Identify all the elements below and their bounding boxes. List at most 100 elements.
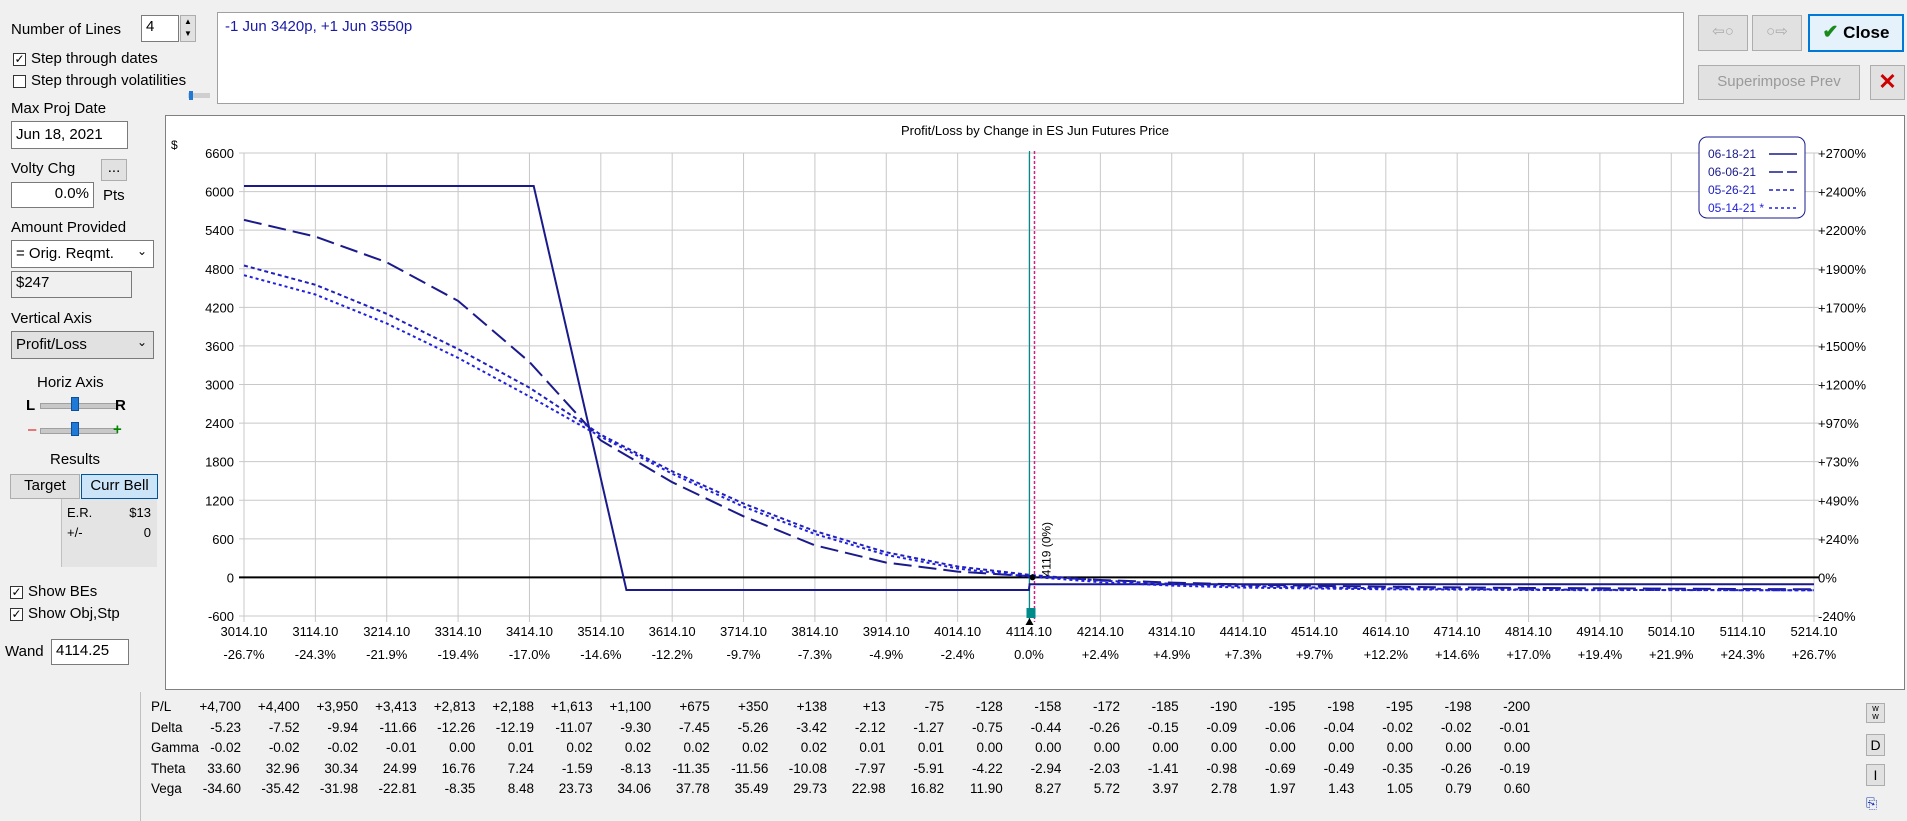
table-cell: +3,413 (375, 699, 417, 714)
table-d-button[interactable]: D (1866, 734, 1885, 756)
x-pct-label: +9.7% (1296, 647, 1334, 662)
num-lines-spinner[interactable]: ▲ ▼ (180, 15, 196, 42)
table-cell: 0.60 (1503, 781, 1531, 796)
er-value: $13 (129, 505, 151, 520)
table-cell: -12.26 (437, 719, 476, 735)
wand-input[interactable]: 4114.25 (51, 639, 129, 665)
target-button[interactable]: Target (10, 474, 80, 499)
close-button[interactable]: ✔ Close (1808, 14, 1904, 52)
profit-loss-chart: Profit/Loss by Change in ES Jun Futures … (171, 123, 1867, 662)
horiz-axis-zoom-thumb[interactable] (71, 422, 79, 436)
table-cell: 0.00 (1152, 740, 1179, 755)
show-bes-checkbox[interactable]: ✓ (10, 586, 23, 599)
x-tick-label: 4314.10 (1148, 624, 1195, 639)
forward-button[interactable]: ○⇨ (1752, 15, 1802, 51)
table-cell: +138 (796, 699, 827, 714)
table-cell: -12.19 (495, 719, 534, 735)
position-text-box[interactable]: -1 Jun 3420p, +1 Jun 3550p (217, 12, 1684, 104)
table-cell: 37.78 (676, 781, 710, 796)
horiz-axis-lr-slider[interactable] (40, 403, 118, 409)
swap-icon[interactable]: ww (1866, 703, 1885, 723)
volty-options-button[interactable]: ... (101, 159, 127, 181)
table-cell: 35.49 (734, 781, 769, 796)
table-cell: -0.69 (1265, 760, 1296, 776)
red-x-icon[interactable]: ✕ (1870, 65, 1905, 100)
volty-input[interactable]: 0.0% (11, 182, 94, 208)
y-right-tick-label: +1900% (1818, 262, 1867, 277)
amount-select[interactable]: = Orig. Reqmt. ⌄ (11, 240, 154, 268)
spinner-up-icon[interactable]: ▲ (181, 16, 195, 28)
amount-value: $247 (11, 271, 132, 298)
y-tick-label: 600 (212, 532, 234, 547)
table-cell: -7.97 (854, 760, 886, 776)
vol-step-slider[interactable] (188, 91, 210, 100)
table-cell: 0.00 (1210, 740, 1238, 755)
y-tick-label: 3600 (205, 339, 234, 354)
vertical-axis-select-value: Profit/Loss (16, 336, 87, 353)
table-cell: -11.66 (379, 719, 417, 735)
x-pct-label: +17.0% (1506, 647, 1551, 662)
table-cell: 8.48 (507, 781, 534, 796)
x-pct-label: +24.3% (1720, 647, 1765, 662)
vertical-axis-select[interactable]: Profit/Loss ⌄ (11, 331, 154, 359)
table-cell: 16.82 (910, 781, 945, 796)
y-right-tick-label: +970% (1818, 416, 1859, 431)
y-right-tick-label: -240% (1818, 609, 1856, 624)
table-cell: 0.02 (566, 740, 593, 755)
y-tick-label: 5400 (205, 223, 234, 238)
table-cell: -11.56 (731, 760, 769, 776)
table-cell: 33.60 (207, 760, 241, 776)
table-cell: 32.96 (265, 760, 300, 776)
table-cell: 1.43 (1328, 781, 1355, 796)
table-cell: -190 (1210, 699, 1238, 714)
table-cell: -5.91 (913, 760, 945, 776)
x-tick-label: 4014.10 (934, 624, 981, 639)
minus-icon: – (28, 421, 37, 438)
pm-value: 0 (143, 525, 151, 540)
table-cell: -2.03 (1089, 760, 1120, 776)
table-cell: -0.75 (972, 719, 1003, 735)
export-icon[interactable]: ⎘ (1866, 795, 1885, 814)
horiz-axis-lr-thumb[interactable] (71, 397, 79, 411)
table-cell: -0.04 (1323, 719, 1355, 735)
results-box: E.R. $13 +/- 0 (61, 499, 157, 567)
superimpose-button[interactable]: Superimpose Prev (1698, 65, 1860, 100)
table-cell: -0.26 (1440, 760, 1472, 776)
table-cell: +3,950 (316, 699, 359, 714)
x-tick-label: 3814.10 (791, 624, 838, 639)
table-cell: -0.02 (1382, 719, 1413, 735)
chart-title: Profit/Loss by Change in ES Jun Futures … (901, 123, 1169, 138)
table-cell: -8.13 (620, 760, 652, 776)
max-proj-label: Max Proj Date (11, 100, 107, 117)
x-pct-label: -4.9% (869, 647, 903, 662)
step-vols-checkbox[interactable] (13, 75, 26, 88)
table-i-button[interactable]: I (1866, 764, 1885, 786)
show-obj-label: Show Obj,Stp (28, 605, 120, 622)
horiz-axis-zoom-slider[interactable] (40, 428, 118, 434)
vol-step-slider-thumb[interactable] (189, 91, 193, 100)
table-cell: -31.98 (319, 781, 359, 796)
x-tick-label: 3414.10 (506, 624, 553, 639)
table-cell: 0.02 (683, 740, 710, 755)
max-proj-input[interactable]: Jun 18, 2021 (11, 121, 128, 149)
y-right-tick-label: +2200% (1818, 223, 1867, 238)
table-cell: 16.76 (441, 760, 476, 776)
chart-frame: Profit/Loss by Change in ES Jun Futures … (165, 115, 1905, 690)
table-cell: -7.45 (679, 719, 710, 735)
spinner-down-icon[interactable]: ▼ (181, 28, 195, 40)
x-pct-label: +21.9% (1649, 647, 1694, 662)
table-cell: +2,188 (492, 699, 534, 714)
back-button[interactable]: ⇦○ (1698, 15, 1748, 51)
table-cell: -10.08 (788, 760, 827, 776)
table-cell: -0.09 (1206, 719, 1238, 735)
curr-bell-button[interactable]: Curr Bell (81, 474, 158, 499)
num-lines-input[interactable]: 4 (141, 15, 179, 42)
x-tick-label: 4114.10 (1006, 624, 1052, 639)
x-tick-label: 4514.10 (1291, 624, 1338, 639)
show-obj-checkbox[interactable]: ✓ (10, 608, 23, 621)
table-cell: 2.78 (1210, 781, 1238, 796)
table-cell: +1,100 (609, 699, 652, 714)
table-cell: 0.00 (1093, 740, 1120, 755)
step-dates-checkbox[interactable]: ✓ (13, 53, 26, 66)
x-pct-label: -21.9% (366, 647, 408, 662)
